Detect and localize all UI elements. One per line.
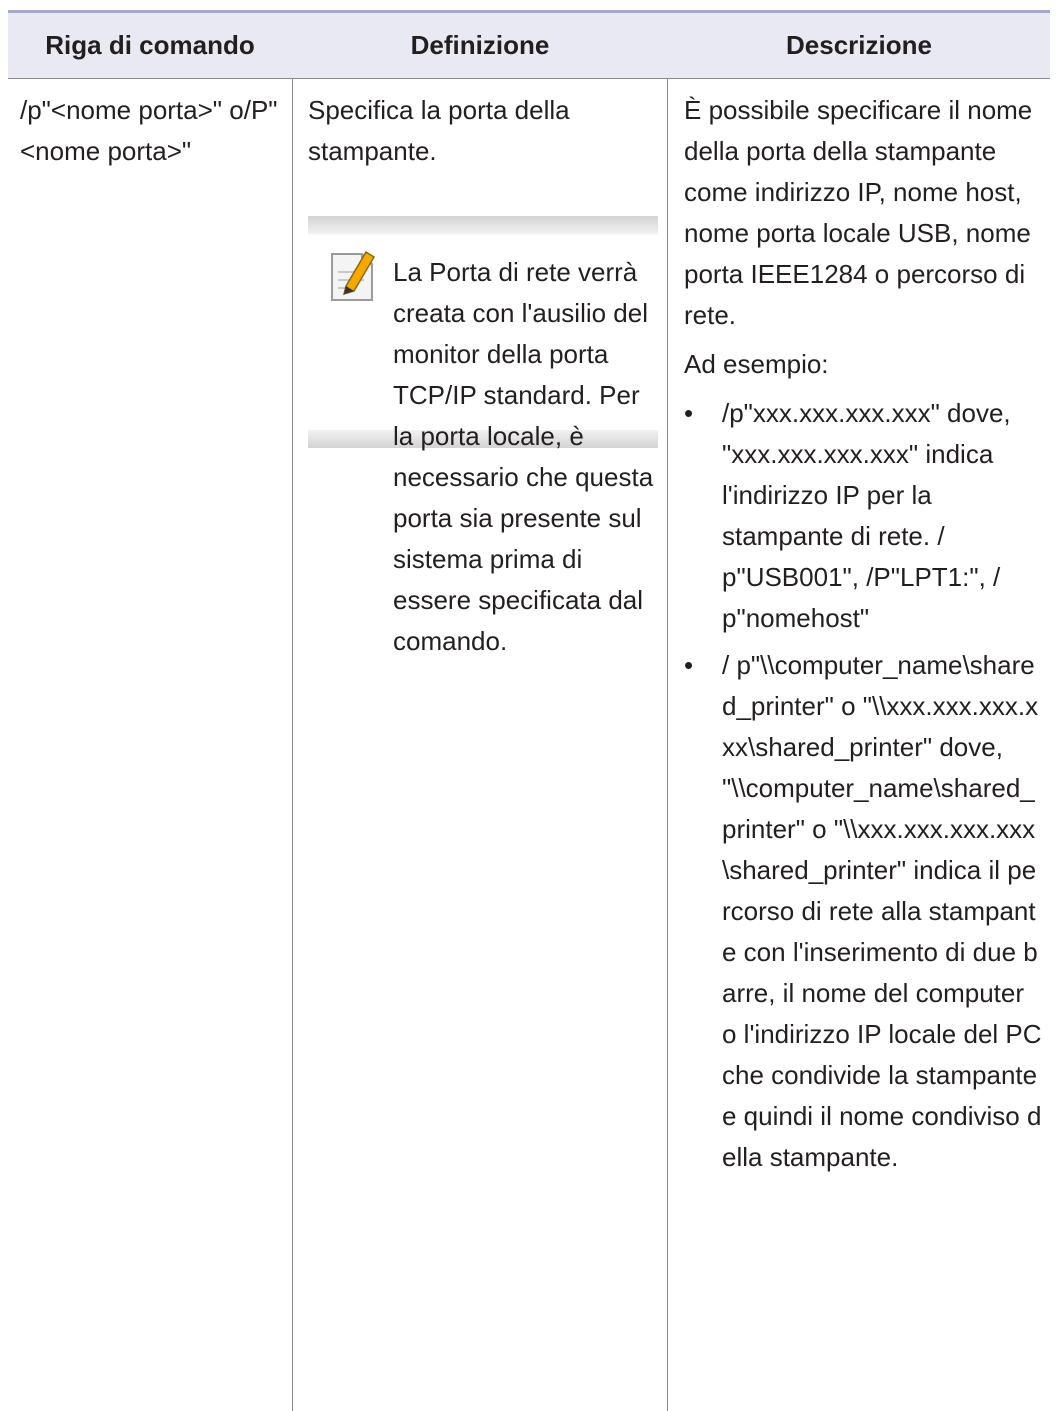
note-pencil-icon <box>331 250 376 301</box>
column-divider-1 <box>292 78 293 1411</box>
note-text: La Porta di rete verrà creata con l'ausi… <box>393 257 654 656</box>
column-divider-2 <box>667 78 668 1411</box>
note-box-top-band <box>308 216 658 234</box>
header-divider <box>8 78 1050 79</box>
column-header-definition: Definizione <box>410 30 550 60</box>
example-list: /p"xxx.xxx.xxx.xxx" dove, "xxx.xxx.xxx.x… <box>684 393 1044 1178</box>
example-label: Ad esempio: <box>684 349 829 379</box>
definition-cell: Specifica la porta della stampante. <box>308 95 570 166</box>
column-header-command: Riga di comando <box>45 30 255 60</box>
description-cell: È possibile specificare il nome della po… <box>684 90 1044 1178</box>
list-item: / p"\\computer_name\shared_printer" o "\… <box>684 645 1044 1178</box>
command-cell: /p"<nome porta>" o/P"<nome porta>" <box>20 95 278 166</box>
description-intro: È possibile specificare il nome della po… <box>684 95 1033 330</box>
list-item: /p"xxx.xxx.xxx.xxx" dove, "xxx.xxx.xxx.x… <box>684 393 1044 639</box>
column-header-description: Descrizione <box>786 30 932 60</box>
